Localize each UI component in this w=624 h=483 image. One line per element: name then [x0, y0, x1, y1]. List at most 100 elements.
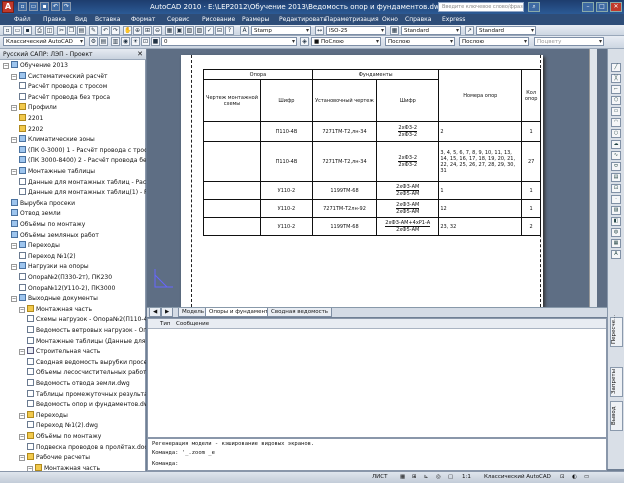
expand-toggle-icon[interactable]: − — [11, 264, 17, 271]
layer-state-icon[interactable]: ◉ — [121, 37, 130, 46]
tree-node[interactable]: Переход №1(2) — [19, 251, 76, 262]
text-style-icon[interactable]: A — [240, 26, 249, 35]
ellipse-tool-icon[interactable]: ⬭ — [611, 162, 621, 171]
undo-icon[interactable]: ↶ — [101, 26, 110, 35]
new-icon[interactable]: ▫ — [3, 26, 12, 35]
color-combo[interactable]: ■ ПоСлою — [311, 37, 381, 46]
tab-nav-first[interactable]: ◀ — [149, 308, 162, 317]
expand-toggle-icon[interactable]: − — [19, 349, 25, 356]
plot-style-combo[interactable]: Поцвету — [534, 37, 604, 46]
tree-node[interactable]: Данные для монтажных таблиц - Расч — [19, 177, 146, 188]
make-current-icon[interactable]: ◈ — [300, 37, 309, 46]
tree-node[interactable]: Объёмы по монтажу — [11, 220, 85, 230]
menu-view[interactable]: Вид — [75, 16, 87, 23]
text-style-combo[interactable]: Stamp — [251, 26, 311, 35]
tree-node[interactable]: Сводная ведомость вырубки просек — [27, 357, 146, 368]
match-icon[interactable]: ✎ — [89, 26, 98, 35]
tree-node[interactable]: − Объёмы по монтажу — [19, 432, 101, 442]
cut-icon[interactable]: ✂ — [57, 26, 66, 35]
tree-node[interactable]: − Рабочие расчеты — [19, 453, 90, 463]
linetype-combo[interactable]: Послою — [385, 37, 455, 46]
tree-node[interactable]: Опора№12(У110-2), ПК3000 — [19, 283, 115, 294]
tree-node[interactable]: − Переходы — [11, 241, 60, 251]
tree-node[interactable]: − Монтажные таблицы — [11, 167, 95, 177]
tree-node[interactable]: Расчёт провода без троса — [19, 92, 110, 103]
menu-window[interactable]: Окно — [382, 16, 398, 23]
workspace-status[interactable]: Классический AutoCAD — [484, 474, 551, 480]
tree-node[interactable]: Ведомость ветровых нагрузок - Опо — [27, 326, 146, 336]
menu-tools[interactable]: Сервис — [167, 16, 189, 23]
xline-tool-icon[interactable]: ╳ — [611, 74, 621, 83]
design-center-icon[interactable]: ▣ — [175, 26, 184, 35]
polyline-tool-icon[interactable]: ⌐ — [611, 85, 621, 94]
pan-icon[interactable]: ✋ — [123, 26, 132, 35]
new-file-icon[interactable]: ▫ — [18, 2, 27, 11]
expand-toggle-icon[interactable]: − — [3, 63, 9, 69]
tab-model[interactable]: Модель — [178, 308, 209, 317]
status-icon-snap[interactable]: ▦ — [400, 474, 405, 480]
multileader-style-combo[interactable]: Standard — [476, 26, 536, 35]
scale-readout[interactable]: 1:1 — [462, 474, 471, 480]
tree-node[interactable]: − Систематический расчёт — [11, 71, 108, 82]
menu-insert[interactable]: Вставка — [95, 16, 120, 23]
save-icon[interactable]: ▪ — [23, 26, 32, 35]
status-icon-isolate[interactable]: ◐ — [572, 474, 577, 480]
tree-node[interactable]: − Переходы — [19, 410, 68, 421]
tab-svodnaya[interactable]: Сводная ведомость — [267, 308, 333, 317]
menu-draw[interactable]: Рисование — [202, 16, 235, 23]
spline-tool-icon[interactable]: ∿ — [611, 151, 621, 160]
help-icon[interactable]: ? — [225, 26, 234, 35]
command-prompt[interactable]: Команда: — [152, 461, 179, 467]
mtext-tool-icon[interactable]: A — [611, 250, 621, 259]
search-icon[interactable]: ⌕ — [528, 2, 540, 12]
tree-node[interactable]: Объемы лесосчистительных работ- — [27, 368, 146, 378]
maximize-button[interactable]: □ — [596, 2, 608, 12]
workspace-combo[interactable]: Классический AutoCAD — [3, 37, 85, 46]
table-style-combo[interactable]: Standard — [401, 26, 461, 35]
tree-node[interactable]: Схемы нагрузок - Опора№2(П110-4 — [27, 315, 146, 325]
hatch-tool-icon[interactable]: ▨ — [611, 206, 621, 215]
paste-icon[interactable]: ▤ — [77, 26, 86, 35]
zoom-icon[interactable]: ⊕ — [133, 26, 142, 35]
expand-toggle-icon[interactable]: − — [11, 169, 17, 175]
save-icon[interactable]: ▪ — [40, 2, 49, 11]
workspace-settings-icon[interactable]: ⚙ — [89, 37, 98, 46]
menu-file[interactable]: Файл — [14, 16, 31, 23]
lock-icon[interactable]: ⊡ — [141, 37, 150, 46]
color-square-icon[interactable]: ■ — [151, 37, 160, 46]
redo-icon[interactable]: ↷ — [111, 26, 120, 35]
tree-node[interactable]: Ведомость отвода земли.dwg — [27, 379, 130, 389]
tab-vyvod[interactable]: Вывод — [610, 401, 623, 431]
tree-node[interactable]: Переход №1(2).dwg — [27, 421, 98, 431]
tree-node[interactable]: (ПК 3000-8400) 2 - Расчёт провода бе — [19, 156, 146, 166]
tree-node[interactable]: 2202 — [19, 124, 43, 135]
open-file-icon[interactable]: ▭ — [29, 2, 38, 11]
properties-icon[interactable]: ▦ — [165, 26, 174, 35]
polygon-tool-icon[interactable]: ⬡ — [611, 96, 621, 105]
make-block-icon[interactable]: ⊡ — [611, 184, 621, 193]
calculator-icon[interactable]: ⊟ — [215, 26, 224, 35]
tree-node[interactable]: 2201 — [19, 114, 43, 124]
insert-block-icon[interactable]: ▤ — [611, 173, 621, 182]
layer-combo[interactable]: 0 — [161, 37, 297, 46]
redo-icon[interactable]: ↷ — [62, 2, 71, 11]
tree-node[interactable]: Данные для монтажных таблиц(1) - Ра — [19, 188, 146, 198]
tree-node[interactable]: − Климатические зоны — [11, 135, 95, 145]
tree-node[interactable]: Таблицы промежуточных результат — [27, 389, 146, 400]
tree-node[interactable]: − Обучение 2013 — [3, 61, 68, 71]
tree-node[interactable]: Вырубка просеки — [11, 198, 75, 209]
expand-toggle-icon[interactable]: − — [11, 105, 17, 112]
region-tool-icon[interactable]: ◍ — [611, 228, 621, 237]
workspace-icon[interactable]: ▤ — [99, 37, 108, 46]
tree-node[interactable]: Расчёт провода с тросом — [19, 82, 107, 92]
status-icon-ortho[interactable]: ⊾ — [424, 474, 429, 480]
tree-node[interactable]: (ПК 0-3000) 1 - Расчёт провода с тросо — [19, 145, 146, 156]
undo-icon[interactable]: ↶ — [51, 2, 60, 11]
preview-icon[interactable]: ◫ — [45, 26, 54, 35]
sheet-set-icon[interactable]: ▨ — [195, 26, 204, 35]
close-icon[interactable]: ✕ — [137, 50, 143, 58]
menu-format[interactable]: Формат — [131, 16, 155, 23]
copy-icon[interactable]: ❐ — [67, 26, 76, 35]
tree-node[interactable]: − Профили — [11, 103, 57, 113]
clean-screen-icon[interactable]: ▭ — [584, 474, 589, 480]
